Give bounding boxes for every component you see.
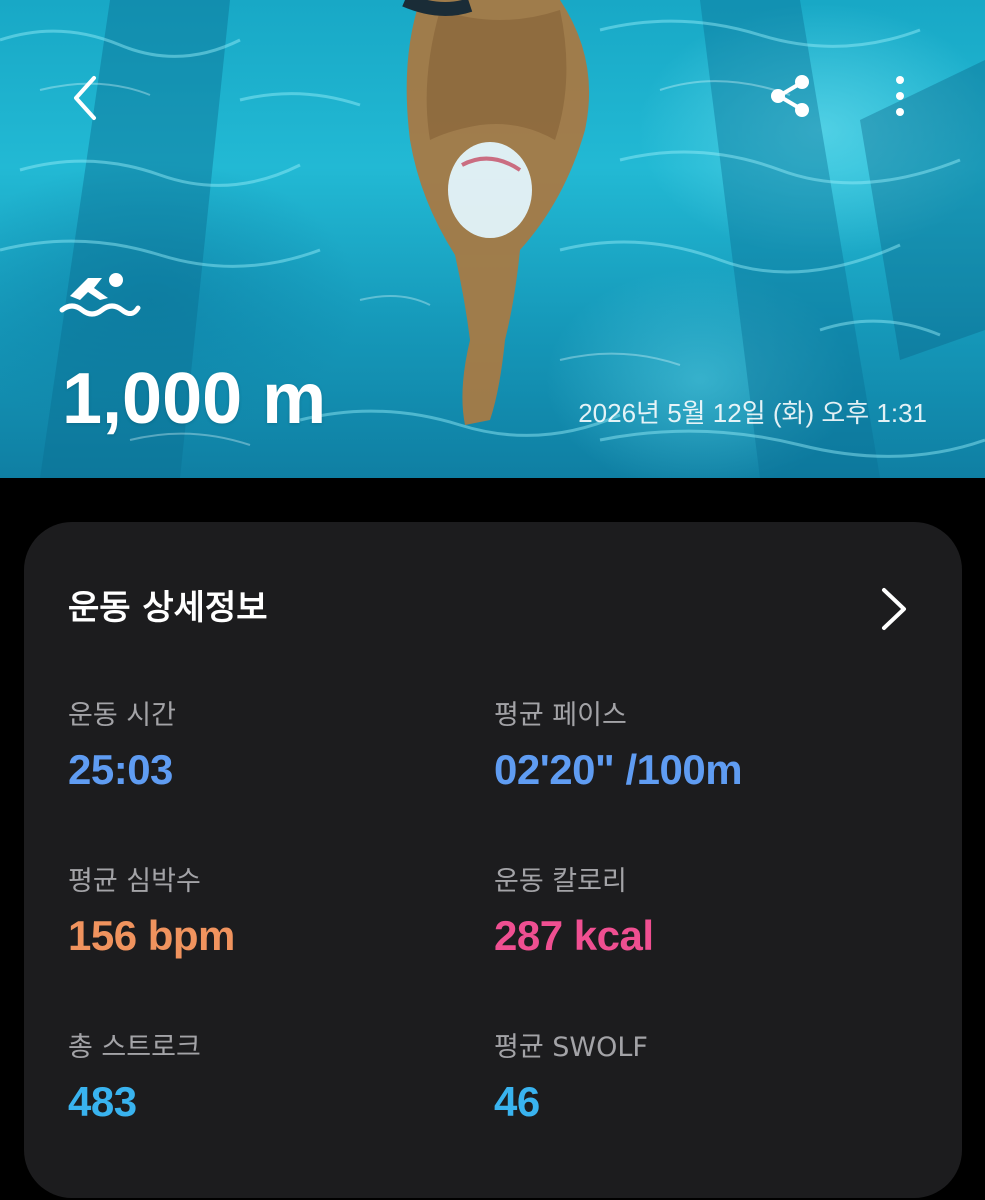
stat-value: 483: [68, 1078, 137, 1125]
stat-value: 287 kcal: [494, 912, 654, 959]
stat-label: 운동 칼로리: [494, 866, 627, 897]
more-options-button[interactable]: [880, 70, 920, 122]
workout-detail-screen: 1,000 m 2026년 5월 12일 (화) 오후 1:31 운동 상세정보…: [0, 0, 985, 1200]
details-title: 운동 상세정보: [68, 588, 268, 628]
workout-distance: 1,000 m: [62, 359, 327, 439]
more-vertical-icon: [896, 76, 904, 116]
back-chevron-icon: [74, 76, 96, 120]
stat-calories: 운동 칼로리 287 kcal: [494, 864, 654, 960]
stat-label: 평균 페이스: [494, 700, 627, 731]
stat-average-swolf: 평균 SWOLF 46: [494, 1030, 648, 1126]
stat-value: 02'20" /100m: [494, 746, 743, 793]
stat-workout-time: 운동 시간 25:03: [68, 698, 176, 794]
stat-label: 운동 시간: [68, 700, 176, 731]
workout-details-card[interactable]: 운동 상세정보 운동 시간 25:03 평균 페이스 02'20" /100m …: [24, 522, 962, 1198]
stat-label: 총 스트로크: [68, 1032, 201, 1063]
stat-average-pace: 평균 페이스 02'20" /100m: [494, 698, 743, 794]
chevron-right-icon: [882, 588, 906, 630]
share-button[interactable]: [764, 70, 816, 122]
stat-total-strokes: 총 스트로크 483: [68, 1030, 201, 1126]
swimming-icon: [58, 266, 142, 322]
stat-label: 평균 SWOLF: [494, 1032, 648, 1063]
stat-average-heart-rate: 평균 심박수 156 bpm: [68, 864, 235, 960]
stat-label: 평균 심박수: [68, 866, 201, 897]
stat-value: 46: [494, 1078, 540, 1125]
details-more-button[interactable]: [874, 584, 914, 634]
back-button[interactable]: [60, 66, 116, 126]
pool-photo: 1,000 m 2026년 5월 12일 (화) 오후 1:31: [0, 0, 985, 478]
stat-value: 156 bpm: [68, 912, 235, 959]
workout-datetime: 2026년 5월 12일 (화) 오후 1:31: [578, 398, 927, 428]
share-icon: [771, 75, 809, 117]
stat-value: 25:03: [68, 746, 173, 793]
